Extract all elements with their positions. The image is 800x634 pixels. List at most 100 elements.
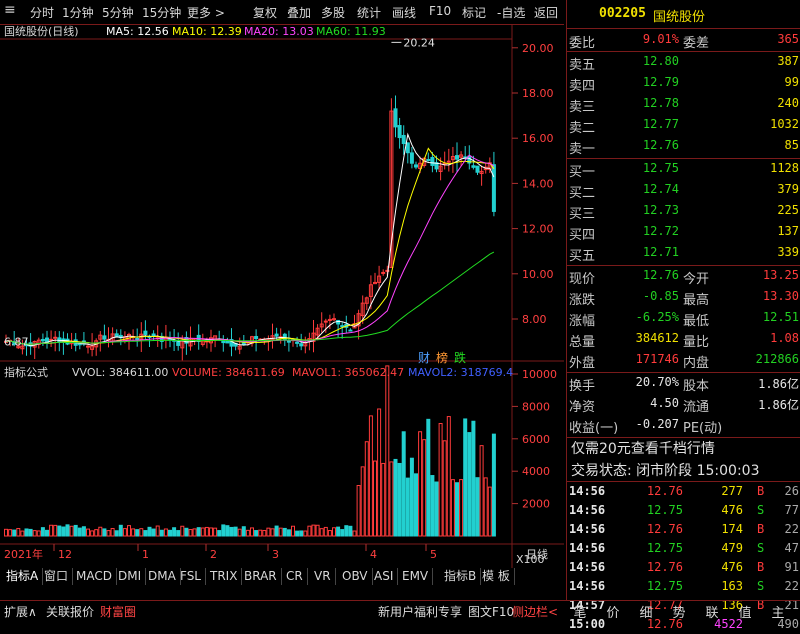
ask-row[interactable]: 卖一 12.76 85: [567, 136, 800, 157]
tab-macd[interactable]: MACD: [72, 568, 117, 585]
new-user-promo[interactable]: 新用户福利专享: [378, 603, 462, 620]
volume-bar: [217, 530, 222, 537]
tick-volume: 476: [721, 560, 743, 574]
menu-right-1[interactable]: 叠加: [287, 4, 311, 21]
tab-template[interactable]: 模 板: [478, 568, 515, 585]
side-tab-6[interactable]: 主: [764, 602, 792, 621]
volume-bar: [254, 530, 259, 537]
menu-1[interactable]: 1分钟: [62, 4, 94, 21]
menu-right-0[interactable]: 复权: [253, 4, 277, 21]
volume-bar: [172, 527, 177, 537]
kline-chart[interactable]: 国统股份(日线) MA5: 12.56 MA10: 12.39 MA20: 13.03…: [0, 24, 564, 568]
menu-right-5[interactable]: F10: [429, 4, 451, 18]
tab-dmi[interactable]: DMI: [114, 568, 147, 585]
side-tab-4[interactable]: 联: [698, 602, 726, 621]
menu-right-6[interactable]: 标记: [462, 4, 486, 21]
volume-bar: [385, 365, 390, 537]
top-toolbar: 分时 1分钟 5分钟 15分钟 更多 > 复权 叠加 多股 统计 画线 F10 标记 -自选 返回 ≡: [0, 0, 564, 25]
bid-row[interactable]: 买四 12.72 137: [567, 222, 800, 243]
ask-row[interactable]: 卖四 12.79 99: [567, 73, 800, 94]
volume-bar: [143, 530, 148, 537]
menu-right-8[interactable]: 返回: [534, 4, 558, 21]
tick-time: 14:56: [569, 484, 606, 498]
side-tab-3[interactable]: 势: [665, 602, 693, 621]
price-tick-label: 10.00: [522, 268, 554, 281]
badge-0: 财: [418, 351, 430, 365]
quote-label: 净资: [569, 400, 596, 415]
ask-row[interactable]: 卖五 12.80 387: [567, 52, 800, 73]
quote-panel: 002205 国统股份 委比 9.01% 委差 365 卖五 12.80 387 卖四 12.7…: [566, 0, 800, 631]
tab-fsl[interactable]: FSL: [176, 568, 206, 585]
menu-4[interactable]: 更多 >: [187, 4, 225, 21]
side-tab-1[interactable]: 价: [599, 602, 627, 621]
tick-time: 14:56: [569, 579, 606, 593]
tab-指标a[interactable]: 指标A: [2, 568, 44, 585]
volume-bar: [258, 529, 263, 537]
ask-price: 12.78: [642, 96, 679, 110]
candle-body: [491, 164, 496, 212]
quote-value: -6.25%: [635, 310, 679, 324]
status-bar: 扩展∧ 关联报价 财富圈 新用户福利专享 图文F10 侧边栏< 笔价细势联值主: [0, 600, 800, 621]
side-tab-2[interactable]: 细: [632, 602, 660, 621]
volume-tick-label: 2000: [522, 498, 550, 511]
menu-right-4[interactable]: 画线: [392, 4, 416, 21]
candle-body: [446, 160, 451, 163]
volume-bar: [315, 524, 320, 537]
tab-vr[interactable]: VR: [310, 568, 336, 585]
bid-row[interactable]: 买五 12.71 339: [567, 243, 800, 264]
tick-time: 14:56: [569, 503, 606, 517]
volume-bar: [266, 527, 271, 537]
side-tab-0[interactable]: 笔: [566, 602, 594, 621]
volume-bar: [303, 530, 308, 537]
tab-asi[interactable]: ASI: [370, 568, 399, 585]
quote-row: 换手 20.70% 股本 1.86亿: [567, 373, 800, 394]
tick-price: 12.76: [646, 484, 683, 498]
tick-volume: 174: [721, 522, 743, 536]
quote-value: -0.207: [635, 417, 679, 431]
ma20-line: [5, 154, 495, 345]
menu-3[interactable]: 15分钟: [142, 4, 181, 21]
wealth-circle-button[interactable]: 财富圈: [100, 603, 136, 620]
volume-bar: [389, 461, 394, 537]
ask-price: 12.79: [642, 75, 679, 89]
menu-right-7[interactable]: -自选: [497, 4, 525, 21]
ask-volume: 240: [777, 96, 799, 110]
volume-bar: [401, 431, 406, 537]
ask-row[interactable]: 卖二 12.77 1032: [567, 115, 800, 136]
volume-bar: [348, 525, 353, 537]
menu-right-3[interactable]: 统计: [357, 4, 381, 21]
bid-label: 买四: [569, 228, 596, 243]
tick-volume: 277: [721, 484, 743, 498]
volume-bar: [262, 529, 267, 537]
bid-row[interactable]: 买二 12.74 379: [567, 180, 800, 201]
tab-窗口[interactable]: 窗口: [40, 568, 74, 585]
tab-cr[interactable]: CR: [282, 568, 308, 585]
menu-0[interactable]: 分时: [30, 4, 54, 21]
ask-row[interactable]: 卖三 12.78 240: [567, 94, 800, 115]
bid-row[interactable]: 买三 12.73 225: [567, 201, 800, 222]
sidebar-toggle[interactable]: 侧边栏<: [512, 603, 558, 620]
volume-bar: [49, 524, 54, 537]
expand-button[interactable]: 扩展∧: [4, 603, 37, 620]
tab-brar[interactable]: BRAR: [240, 568, 282, 585]
kline-chart-panel[interactable]: 国统股份(日线) MA5: 12.56 MA10: 12.39 MA20: 13.03…: [0, 24, 564, 568]
ask-price: 12.80: [642, 54, 679, 68]
volume-bar: [135, 529, 140, 537]
tab-indicator-b[interactable]: 指标B: [440, 568, 482, 585]
tab-emv[interactable]: EMV: [398, 568, 434, 585]
side-tab-5[interactable]: 值: [731, 602, 759, 621]
candle-body: [49, 338, 54, 341]
menu-icon[interactable]: ≡: [4, 2, 16, 18]
volume-bar: [69, 525, 74, 537]
promo-text[interactable]: 仅需20元查看千档行情: [569, 438, 800, 459]
tab-obv[interactable]: OBV: [338, 568, 373, 585]
tab-trix[interactable]: TRIX: [206, 568, 243, 585]
ma5-line: [5, 132, 495, 347]
related-quote-button[interactable]: 关联报价: [46, 603, 94, 620]
menu-2[interactable]: 5分钟: [102, 4, 134, 21]
bid-row[interactable]: 买一 12.75 1128: [567, 159, 800, 180]
tick-flag: S: [757, 503, 765, 517]
ask-volume: 387: [777, 54, 799, 68]
menu-right-2[interactable]: 多股: [321, 4, 345, 21]
f10-button[interactable]: 图文F10: [468, 603, 514, 620]
